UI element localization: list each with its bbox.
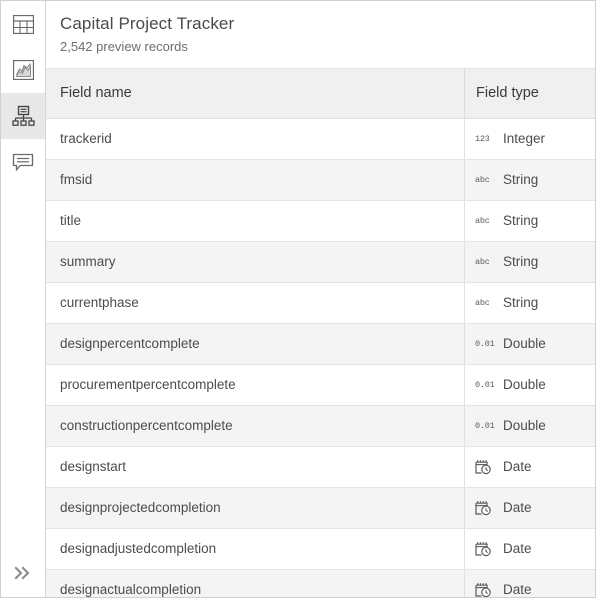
table-row[interactable]: designprojectedcompletion Date	[46, 487, 595, 529]
table-row[interactable]: trackerid 123 Integer	[46, 118, 595, 160]
date-icon	[475, 541, 494, 557]
field-type-cell: Date	[465, 529, 595, 569]
field-type-label: String	[503, 295, 539, 311]
field-type-cell: abc String	[465, 242, 595, 282]
field-type-cell: 0.01 Double	[465, 365, 595, 405]
table-icon	[12, 14, 34, 34]
table-row[interactable]: fmsid abc String	[46, 159, 595, 201]
field-name-cell: designadjustedcompletion	[46, 528, 465, 569]
field-type-cell: Date	[465, 570, 595, 597]
sidebar-item-comments-view[interactable]	[1, 139, 45, 185]
field-name-cell: summary	[46, 241, 465, 282]
column-header-field-name[interactable]: Field name	[46, 68, 465, 118]
field-name-cell: procurementpercentcomplete	[46, 364, 465, 405]
table-row[interactable]: title abc String	[46, 200, 595, 242]
panel-header: Capital Project Tracker 2,542 preview re…	[46, 1, 595, 68]
date-icon	[475, 500, 494, 516]
field-type-label: Double	[503, 377, 546, 393]
field-type-label: Integer	[503, 131, 546, 147]
field-type-cell: 123 Integer	[465, 119, 595, 159]
field-type-cell: abc String	[465, 283, 595, 323]
field-name-cell: fmsid	[46, 159, 465, 200]
table-row[interactable]: currentphase abc String	[46, 282, 595, 324]
string-icon: abc	[475, 215, 490, 226]
field-type-cell: 0.01 Double	[465, 406, 595, 446]
table-row[interactable]: designpercentcomplete 0.01 Double	[46, 323, 595, 365]
field-type-cell: abc String	[465, 160, 595, 200]
schema-icon	[11, 105, 35, 127]
table-row[interactable]: constructionpercentcomplete 0.01 Double	[46, 405, 595, 447]
sidebar-item-map-view[interactable]	[1, 47, 45, 93]
field-name-cell: currentphase	[46, 282, 465, 323]
map-icon	[12, 60, 34, 80]
double-icon: 0.01	[475, 338, 495, 349]
table-header-row: Field name Field type	[46, 68, 595, 119]
field-type-label: Date	[503, 541, 532, 557]
table-row[interactable]: designadjustedcompletion Date	[46, 528, 595, 570]
schema-preview-window: Capital Project Tracker 2,542 preview re…	[0, 0, 596, 598]
field-type-label: String	[503, 172, 539, 188]
field-name-cell: constructionpercentcomplete	[46, 405, 465, 446]
comment-icon	[12, 152, 34, 172]
string-icon: abc	[475, 297, 490, 308]
field-type-label: Double	[503, 418, 546, 434]
field-name-cell: designstart	[46, 446, 465, 487]
field-name-cell: designactualcompletion	[46, 569, 465, 597]
field-type-label: Date	[503, 582, 532, 597]
field-name-cell: title	[46, 200, 465, 241]
field-type-label: String	[503, 254, 539, 270]
table-row[interactable]: designactualcompletion Date	[46, 569, 595, 597]
record-count-label: 2,542 preview records	[60, 39, 188, 54]
column-header-field-type[interactable]: Field type	[465, 69, 595, 118]
field-type-label: Date	[503, 459, 532, 475]
date-icon	[475, 582, 494, 597]
table-row[interactable]: designstart Date	[46, 446, 595, 488]
sidebar-item-schema-view[interactable]	[1, 93, 45, 139]
schema-panel: Capital Project Tracker 2,542 preview re…	[46, 1, 595, 597]
table-body: trackerid 123 Integer fmsid abc String title ab…	[46, 118, 595, 597]
table-row[interactable]: summary abc String	[46, 241, 595, 283]
field-type-label: Date	[503, 500, 532, 516]
string-icon: abc	[475, 174, 490, 185]
integer-icon: 123	[475, 133, 490, 144]
field-name-cell: designpercentcomplete	[46, 323, 465, 364]
page-title: Capital Project Tracker	[60, 14, 235, 33]
field-type-cell: abc String	[465, 201, 595, 241]
field-type-cell: Date	[465, 447, 595, 487]
sidebar-item-table-view[interactable]	[1, 1, 45, 47]
field-name-cell: trackerid	[46, 118, 465, 159]
field-type-cell: Date	[465, 488, 595, 528]
field-type-cell: 0.01 Double	[465, 324, 595, 364]
double-chevron-right-icon	[12, 565, 34, 581]
string-icon: abc	[475, 256, 490, 267]
expand-sidebar-button[interactable]	[1, 549, 45, 597]
double-icon: 0.01	[475, 379, 495, 390]
date-icon	[475, 459, 494, 475]
field-name-cell: designprojectedcompletion	[46, 487, 465, 528]
table-row[interactable]: procurementpercentcomplete 0.01 Double	[46, 364, 595, 406]
field-type-label: String	[503, 213, 539, 229]
fields-table: Field name Field type trackerid 123 Intege…	[46, 67, 595, 597]
sidebar-rail	[1, 1, 46, 597]
field-type-label: Double	[503, 336, 546, 352]
double-icon: 0.01	[475, 420, 495, 431]
